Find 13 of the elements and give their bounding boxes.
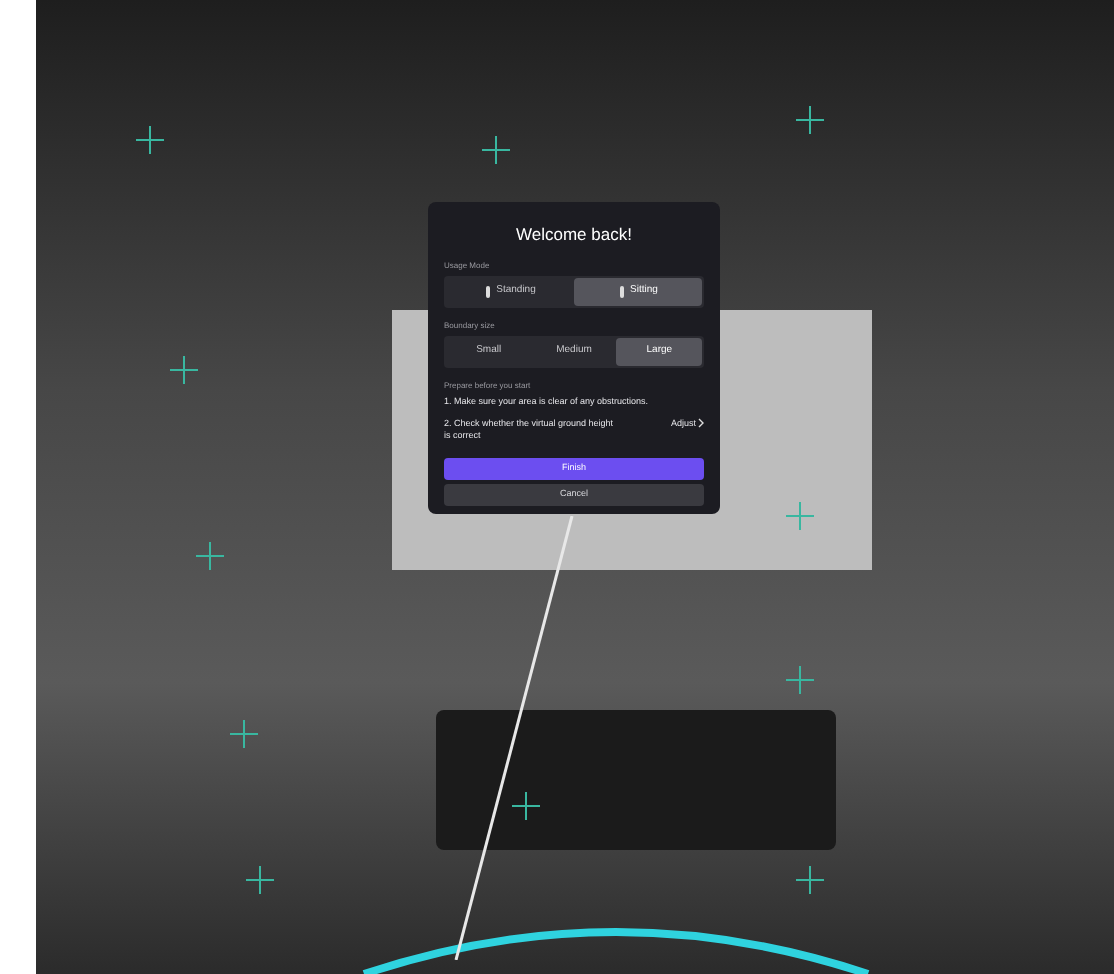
plus-marker-icon xyxy=(512,792,540,820)
plus-marker-icon xyxy=(786,502,814,530)
chevron-right-icon xyxy=(698,418,704,429)
plus-marker-icon xyxy=(246,866,274,894)
plus-marker-icon xyxy=(230,720,258,748)
plus-marker-icon xyxy=(796,106,824,134)
plus-marker-icon xyxy=(796,866,824,894)
dialog-title: Welcome back! xyxy=(514,222,634,248)
plus-marker-icon xyxy=(170,356,198,384)
plus-marker-icon xyxy=(136,126,164,154)
plus-marker-icon xyxy=(482,136,510,164)
plus-marker-icon xyxy=(196,542,224,570)
plus-marker-icon xyxy=(786,666,814,694)
